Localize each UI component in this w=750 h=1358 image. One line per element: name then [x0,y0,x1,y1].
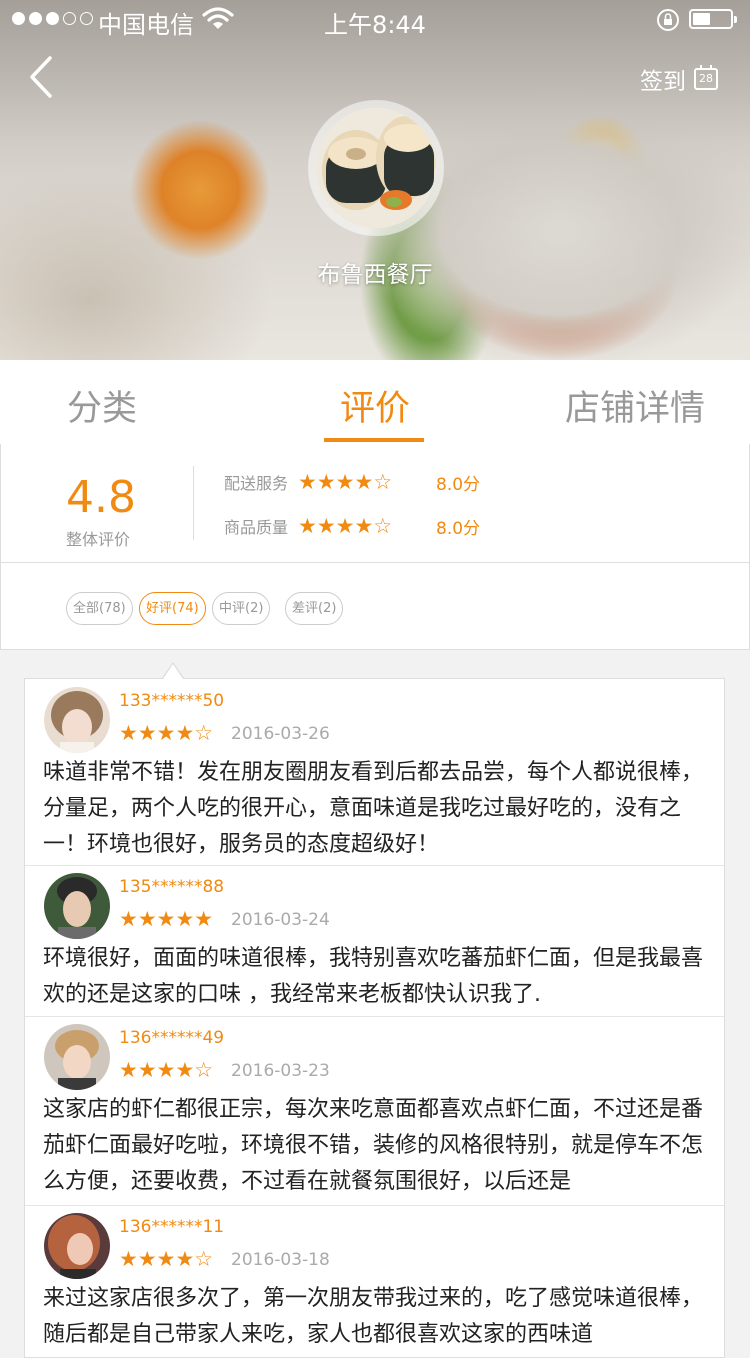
tab-shop-details[interactable]: 店铺详情 [565,380,705,431]
review-text: 味道非常不错！发在朋友圈朋友看到后都去品尝，每个人都说很棒，分量足，两个人吃的很… [43,760,704,857]
review-item: 135******88 ★★★★★ 2016-03-24 环境很好，面面的味道很… [25,865,724,1017]
review-stars: ★★★★☆ [119,1247,214,1271]
clock: 上午8:44 [324,11,426,39]
reviewer-avatar [44,687,110,753]
divider [193,466,194,540]
reviewer-name: 135******88 [119,877,225,897]
reviewer-name: 136******49 [119,1028,225,1048]
tab-bar: 分类 评价 店铺详情 [0,360,750,445]
criterion-value: 8.0分 [436,474,481,495]
overall-score: 4.8 [66,472,136,523]
reviewer-avatar [44,1024,110,1090]
review-date: 2016-03-23 [231,1061,330,1081]
review-list[interactable]: 133******50 ★★★★☆ 2016-03-26 味道非常不错！发在朋友… [24,678,725,1358]
review-date: 2016-03-24 [231,910,330,930]
battery-icon [689,9,737,29]
checkin-label: 签到 [640,69,686,95]
criterion-label: 配送服务 [224,474,289,493]
criterion-stars: ★★★★☆ [298,514,393,538]
pointer-caret-fill [163,664,183,679]
criterion-delivery: 配送服务 ★★★★☆ 8.0分 [224,470,480,495]
reviewer-avatar [44,1213,110,1279]
status-bar: 中国电信 上午8:44 [0,0,750,40]
review-item: 136******11 ★★★★☆ 2016-03-18 来过这家店很多次了，第… [25,1205,724,1357]
review-date: 2016-03-18 [231,1250,330,1270]
review-date: 2016-03-26 [231,724,330,744]
review-text: 这家店的虾仁都很正宗，每次来吃意面都喜欢点虾仁面，不过还是番茄虾仁面最好吃啦，环… [43,1097,704,1194]
reviewer-name: 133******50 [119,691,225,711]
rotation-lock-icon [657,9,679,31]
review-stars: ★★★★☆ [119,721,214,745]
review-stars: ★★★★★ [119,907,214,931]
tab-category[interactable]: 分类 [67,380,137,431]
filter-neutral[interactable]: 中评(2) [212,592,271,625]
review-item: 133******50 ★★★★☆ 2016-03-26 味道非常不错！发在朋友… [25,679,724,866]
review-text: 来过这家店很多次了，第一次朋友带我过来的，吃了感觉味道很棒，随后都是自己带家人来… [43,1286,704,1347]
review-text: 环境很好，面面的味道很棒，我特别喜欢吃蕃茄虾仁面，但是我最喜欢的还是这家的口味 … [43,946,704,1007]
review-stars: ★★★★☆ [119,1058,214,1082]
criterion-stars: ★★★★☆ [298,470,393,494]
active-tab-indicator [324,438,424,442]
reviewer-name: 136******11 [119,1217,225,1237]
review-item: 136******49 ★★★★☆ 2016-03-23 这家店的虾仁都很正宗，… [25,1016,724,1206]
tab-reviews[interactable]: 评价 [340,380,410,431]
shop-avatar [316,108,436,228]
criterion-quality: 商品质量 ★★★★☆ 8.0分 [224,514,480,539]
criterion-label: 商品质量 [224,518,289,537]
filter-positive[interactable]: 好评(74) [139,592,206,625]
checkin-button[interactable]: 签到 28 [640,62,718,96]
calendar-icon: 28 [694,65,718,90]
overall-score-label: 整体评价 [66,530,131,549]
back-arrow-icon[interactable] [24,52,64,102]
filter-all[interactable]: 全部(78) [66,592,133,625]
criterion-value: 8.0分 [436,518,481,539]
filter-negative[interactable]: 差评(2) [285,592,344,625]
reviewer-avatar [44,873,110,939]
shop-name: 布鲁西餐厅 [317,262,433,288]
